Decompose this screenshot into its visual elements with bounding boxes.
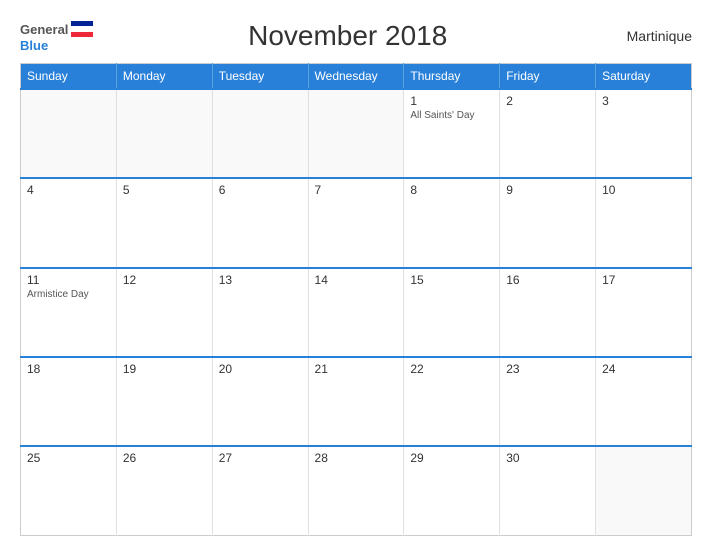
calendar-cell [596, 446, 692, 535]
logo-general: General [20, 22, 68, 37]
day-number: 25 [27, 451, 110, 465]
header-sunday: Sunday [21, 64, 117, 90]
logo-flag-icon [71, 18, 93, 40]
page: General Blue November 2018 Martinique Su… [0, 0, 712, 550]
calendar-cell: 27 [212, 446, 308, 535]
header: General Blue November 2018 Martinique [20, 18, 692, 53]
calendar-cell: 1 All Saints' Day [404, 89, 500, 178]
day-number: 8 [410, 183, 493, 197]
calendar-cell: 15 [404, 268, 500, 357]
calendar-cell [116, 89, 212, 178]
day-number: 11 [27, 273, 110, 287]
calendar-cell: 6 [212, 178, 308, 267]
day-number: 17 [602, 273, 685, 287]
calendar-cell: 14 [308, 268, 404, 357]
day-number: 26 [123, 451, 206, 465]
header-friday: Friday [500, 64, 596, 90]
day-number: 24 [602, 362, 685, 376]
day-number: 16 [506, 273, 589, 287]
day-number: 29 [410, 451, 493, 465]
calendar-cell: 23 [500, 357, 596, 446]
region-label: Martinique [602, 28, 692, 44]
calendar-cell: 17 [596, 268, 692, 357]
day-number: 13 [219, 273, 302, 287]
day-number: 4 [27, 183, 110, 197]
day-number: 22 [410, 362, 493, 376]
calendar-cell: 28 [308, 446, 404, 535]
day-number: 12 [123, 273, 206, 287]
header-wednesday: Wednesday [308, 64, 404, 90]
calendar-cell: 19 [116, 357, 212, 446]
calendar-cell: 25 [21, 446, 117, 535]
logo: General Blue [20, 18, 93, 53]
calendar-cell [212, 89, 308, 178]
day-number: 30 [506, 451, 589, 465]
day-number: 28 [315, 451, 398, 465]
header-saturday: Saturday [596, 64, 692, 90]
day-number: 2 [506, 94, 589, 108]
holiday-label: All Saints' Day [410, 110, 493, 121]
calendar-table: Sunday Monday Tuesday Wednesday Thursday… [20, 63, 692, 536]
calendar-cell: 2 [500, 89, 596, 178]
day-number: 19 [123, 362, 206, 376]
calendar-cell [308, 89, 404, 178]
day-number: 5 [123, 183, 206, 197]
day-number: 1 [410, 94, 493, 108]
calendar-body: 1 All Saints' Day 23 456789 10 11 Armistice Da… [21, 89, 692, 536]
calendar-cell: 26 [116, 446, 212, 535]
day-number: 10 [602, 183, 685, 197]
calendar-cell: 7 [308, 178, 404, 267]
calendar-cell: 8 [404, 178, 500, 267]
weekday-header-row: Sunday Monday Tuesday Wednesday Thursday… [21, 64, 692, 90]
calendar-cell: 5 [116, 178, 212, 267]
logo-blue: Blue [20, 38, 48, 53]
calendar-cell [21, 89, 117, 178]
calendar-cell: 13 [212, 268, 308, 357]
calendar-cell: 4 [21, 178, 117, 267]
calendar-cell: 12 [116, 268, 212, 357]
day-number: 21 [315, 362, 398, 376]
calendar-cell: 16 [500, 268, 596, 357]
calendar-week-row: 456789 10 [21, 178, 692, 267]
header-monday: Monday [116, 64, 212, 90]
calendar-cell: 11 Armistice Day [21, 268, 117, 357]
calendar-week-row: 18 19 20 21 22 23 24 [21, 357, 692, 446]
calendar-cell: 3 [596, 89, 692, 178]
calendar-cell: 20 [212, 357, 308, 446]
calendar-cell: 10 [596, 178, 692, 267]
calendar-cell: 22 [404, 357, 500, 446]
calendar-cell: 21 [308, 357, 404, 446]
day-number: 9 [506, 183, 589, 197]
day-number: 27 [219, 451, 302, 465]
calendar-cell: 18 [21, 357, 117, 446]
calendar-week-row: 1 All Saints' Day 23 [21, 89, 692, 178]
calendar-cell: 9 [500, 178, 596, 267]
day-number: 3 [602, 94, 685, 108]
calendar-week-row: 11 Armistice Day 12 13 14 15 16 17 [21, 268, 692, 357]
calendar-cell: 29 [404, 446, 500, 535]
day-number: 14 [315, 273, 398, 287]
calendar-cell: 30 [500, 446, 596, 535]
header-tuesday: Tuesday [212, 64, 308, 90]
calendar-title: November 2018 [93, 20, 602, 52]
day-number: 20 [219, 362, 302, 376]
holiday-label: Armistice Day [27, 289, 110, 300]
day-number: 15 [410, 273, 493, 287]
header-thursday: Thursday [404, 64, 500, 90]
day-number: 23 [506, 362, 589, 376]
day-number: 6 [219, 183, 302, 197]
calendar-cell: 24 [596, 357, 692, 446]
day-number: 7 [315, 183, 398, 197]
calendar-week-row: 25 26 27 28 29 30 [21, 446, 692, 535]
day-number: 18 [27, 362, 110, 376]
